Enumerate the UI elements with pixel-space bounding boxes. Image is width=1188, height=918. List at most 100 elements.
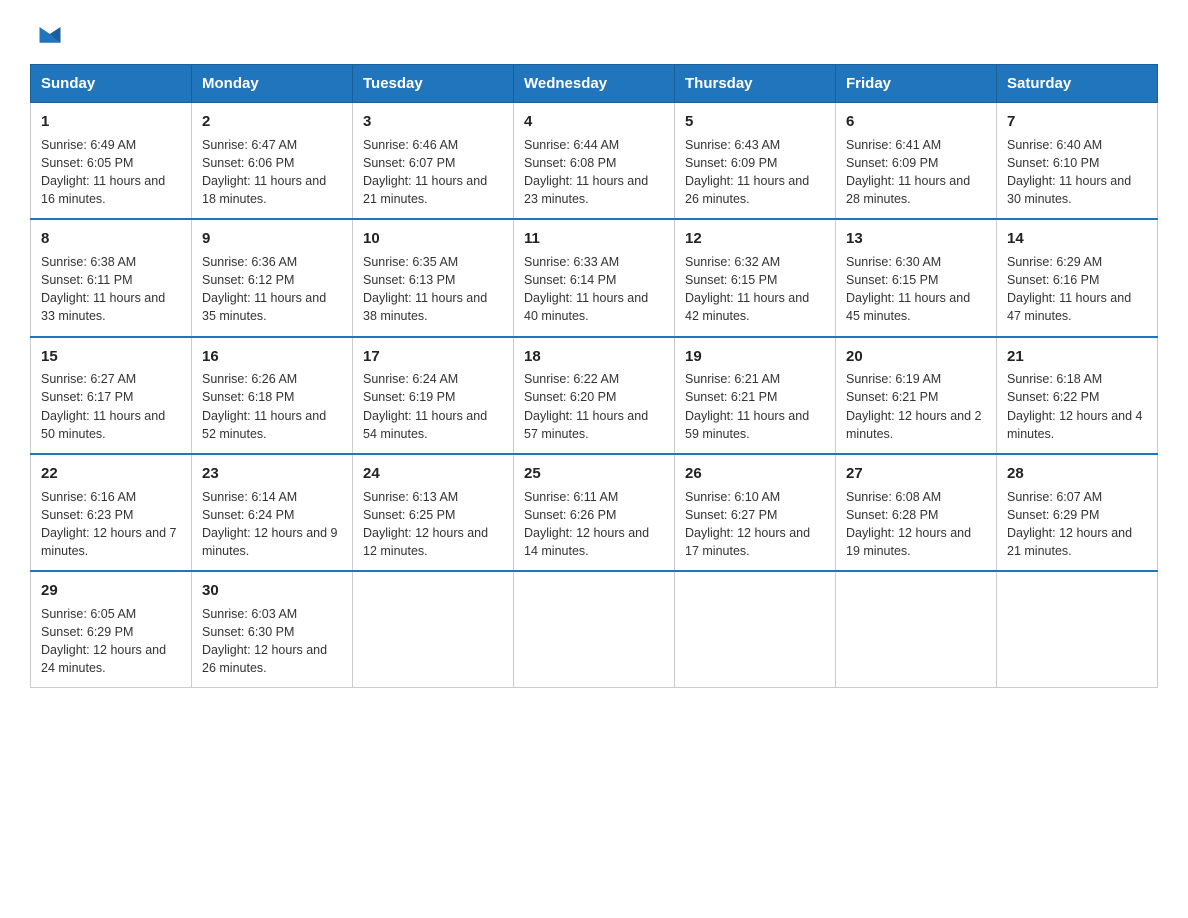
day-info: Sunrise: 6:18 AMSunset: 6:22 PMDaylight:…: [1007, 372, 1143, 440]
logo-icon: [36, 20, 64, 48]
day-number: 10: [363, 228, 503, 250]
table-row: 9 Sunrise: 6:36 AMSunset: 6:12 PMDayligh…: [192, 219, 353, 336]
day-info: Sunrise: 6:41 AMSunset: 6:09 PMDaylight:…: [846, 138, 970, 206]
day-info: Sunrise: 6:36 AMSunset: 6:12 PMDaylight:…: [202, 255, 326, 323]
day-info: Sunrise: 6:35 AMSunset: 6:13 PMDaylight:…: [363, 255, 487, 323]
day-number: 15: [41, 346, 181, 368]
table-row: 28 Sunrise: 6:07 AMSunset: 6:29 PMDaylig…: [997, 454, 1158, 571]
day-info: Sunrise: 6:32 AMSunset: 6:15 PMDaylight:…: [685, 255, 809, 323]
table-row: 17 Sunrise: 6:24 AMSunset: 6:19 PMDaylig…: [353, 337, 514, 454]
table-row: 27 Sunrise: 6:08 AMSunset: 6:28 PMDaylig…: [836, 454, 997, 571]
header-monday: Monday: [192, 65, 353, 103]
day-info: Sunrise: 6:46 AMSunset: 6:07 PMDaylight:…: [363, 138, 487, 206]
header-thursday: Thursday: [675, 65, 836, 103]
day-number: 16: [202, 346, 342, 368]
day-info: Sunrise: 6:29 AMSunset: 6:16 PMDaylight:…: [1007, 255, 1131, 323]
table-row: 18 Sunrise: 6:22 AMSunset: 6:20 PMDaylig…: [514, 337, 675, 454]
weekday-header-row: Sunday Monday Tuesday Wednesday Thursday…: [31, 65, 1158, 103]
table-row: 10 Sunrise: 6:35 AMSunset: 6:13 PMDaylig…: [353, 219, 514, 336]
table-row: 22 Sunrise: 6:16 AMSunset: 6:23 PMDaylig…: [31, 454, 192, 571]
day-number: 25: [524, 463, 664, 485]
day-info: Sunrise: 6:27 AMSunset: 6:17 PMDaylight:…: [41, 372, 165, 440]
day-number: 6: [846, 111, 986, 133]
day-info: Sunrise: 6:21 AMSunset: 6:21 PMDaylight:…: [685, 372, 809, 440]
day-info: Sunrise: 6:24 AMSunset: 6:19 PMDaylight:…: [363, 372, 487, 440]
day-number: 30: [202, 580, 342, 602]
table-row: 8 Sunrise: 6:38 AMSunset: 6:11 PMDayligh…: [31, 219, 192, 336]
day-number: 8: [41, 228, 181, 250]
calendar-week-row: 1 Sunrise: 6:49 AMSunset: 6:05 PMDayligh…: [31, 103, 1158, 220]
day-number: 29: [41, 580, 181, 602]
table-row: [675, 571, 836, 688]
day-info: Sunrise: 6:22 AMSunset: 6:20 PMDaylight:…: [524, 372, 648, 440]
page-header: [30, 20, 1158, 46]
day-info: Sunrise: 6:05 AMSunset: 6:29 PMDaylight:…: [41, 607, 166, 675]
calendar-week-row: 15 Sunrise: 6:27 AMSunset: 6:17 PMDaylig…: [31, 337, 1158, 454]
day-number: 11: [524, 228, 664, 250]
logo: [30, 20, 64, 46]
day-info: Sunrise: 6:33 AMSunset: 6:14 PMDaylight:…: [524, 255, 648, 323]
table-row: 4 Sunrise: 6:44 AMSunset: 6:08 PMDayligh…: [514, 103, 675, 220]
day-info: Sunrise: 6:08 AMSunset: 6:28 PMDaylight:…: [846, 490, 971, 558]
table-row: 13 Sunrise: 6:30 AMSunset: 6:15 PMDaylig…: [836, 219, 997, 336]
day-info: Sunrise: 6:10 AMSunset: 6:27 PMDaylight:…: [685, 490, 810, 558]
table-row: [353, 571, 514, 688]
header-tuesday: Tuesday: [353, 65, 514, 103]
table-row: 11 Sunrise: 6:33 AMSunset: 6:14 PMDaylig…: [514, 219, 675, 336]
header-sunday: Sunday: [31, 65, 192, 103]
day-info: Sunrise: 6:13 AMSunset: 6:25 PMDaylight:…: [363, 490, 488, 558]
table-row: 2 Sunrise: 6:47 AMSunset: 6:06 PMDayligh…: [192, 103, 353, 220]
day-info: Sunrise: 6:49 AMSunset: 6:05 PMDaylight:…: [41, 138, 165, 206]
day-number: 1: [41, 111, 181, 133]
day-number: 19: [685, 346, 825, 368]
day-info: Sunrise: 6:16 AMSunset: 6:23 PMDaylight:…: [41, 490, 177, 558]
day-info: Sunrise: 6:44 AMSunset: 6:08 PMDaylight:…: [524, 138, 648, 206]
table-row: 14 Sunrise: 6:29 AMSunset: 6:16 PMDaylig…: [997, 219, 1158, 336]
day-info: Sunrise: 6:30 AMSunset: 6:15 PMDaylight:…: [846, 255, 970, 323]
table-row: 6 Sunrise: 6:41 AMSunset: 6:09 PMDayligh…: [836, 103, 997, 220]
day-number: 28: [1007, 463, 1147, 485]
day-number: 9: [202, 228, 342, 250]
day-number: 14: [1007, 228, 1147, 250]
table-row: 12 Sunrise: 6:32 AMSunset: 6:15 PMDaylig…: [675, 219, 836, 336]
day-number: 26: [685, 463, 825, 485]
day-number: 2: [202, 111, 342, 133]
header-saturday: Saturday: [997, 65, 1158, 103]
day-info: Sunrise: 6:26 AMSunset: 6:18 PMDaylight:…: [202, 372, 326, 440]
table-row: 26 Sunrise: 6:10 AMSunset: 6:27 PMDaylig…: [675, 454, 836, 571]
table-row: [836, 571, 997, 688]
day-info: Sunrise: 6:40 AMSunset: 6:10 PMDaylight:…: [1007, 138, 1131, 206]
header-friday: Friday: [836, 65, 997, 103]
day-info: Sunrise: 6:19 AMSunset: 6:21 PMDaylight:…: [846, 372, 982, 440]
day-number: 5: [685, 111, 825, 133]
table-row: 30 Sunrise: 6:03 AMSunset: 6:30 PMDaylig…: [192, 571, 353, 688]
day-number: 3: [363, 111, 503, 133]
table-row: 19 Sunrise: 6:21 AMSunset: 6:21 PMDaylig…: [675, 337, 836, 454]
calendar-week-row: 22 Sunrise: 6:16 AMSunset: 6:23 PMDaylig…: [31, 454, 1158, 571]
day-info: Sunrise: 6:03 AMSunset: 6:30 PMDaylight:…: [202, 607, 327, 675]
calendar-table: Sunday Monday Tuesday Wednesday Thursday…: [30, 64, 1158, 688]
day-number: 20: [846, 346, 986, 368]
day-number: 7: [1007, 111, 1147, 133]
day-number: 17: [363, 346, 503, 368]
day-number: 23: [202, 463, 342, 485]
table-row: 21 Sunrise: 6:18 AMSunset: 6:22 PMDaylig…: [997, 337, 1158, 454]
header-wednesday: Wednesday: [514, 65, 675, 103]
table-row: [514, 571, 675, 688]
day-number: 27: [846, 463, 986, 485]
table-row: 23 Sunrise: 6:14 AMSunset: 6:24 PMDaylig…: [192, 454, 353, 571]
day-number: 13: [846, 228, 986, 250]
table-row: 25 Sunrise: 6:11 AMSunset: 6:26 PMDaylig…: [514, 454, 675, 571]
day-info: Sunrise: 6:07 AMSunset: 6:29 PMDaylight:…: [1007, 490, 1132, 558]
table-row: 5 Sunrise: 6:43 AMSunset: 6:09 PMDayligh…: [675, 103, 836, 220]
day-info: Sunrise: 6:47 AMSunset: 6:06 PMDaylight:…: [202, 138, 326, 206]
table-row: 15 Sunrise: 6:27 AMSunset: 6:17 PMDaylig…: [31, 337, 192, 454]
table-row: [997, 571, 1158, 688]
day-number: 24: [363, 463, 503, 485]
day-info: Sunrise: 6:38 AMSunset: 6:11 PMDaylight:…: [41, 255, 165, 323]
day-number: 22: [41, 463, 181, 485]
table-row: 7 Sunrise: 6:40 AMSunset: 6:10 PMDayligh…: [997, 103, 1158, 220]
table-row: 1 Sunrise: 6:49 AMSunset: 6:05 PMDayligh…: [31, 103, 192, 220]
calendar-week-row: 8 Sunrise: 6:38 AMSunset: 6:11 PMDayligh…: [31, 219, 1158, 336]
day-info: Sunrise: 6:11 AMSunset: 6:26 PMDaylight:…: [524, 490, 649, 558]
